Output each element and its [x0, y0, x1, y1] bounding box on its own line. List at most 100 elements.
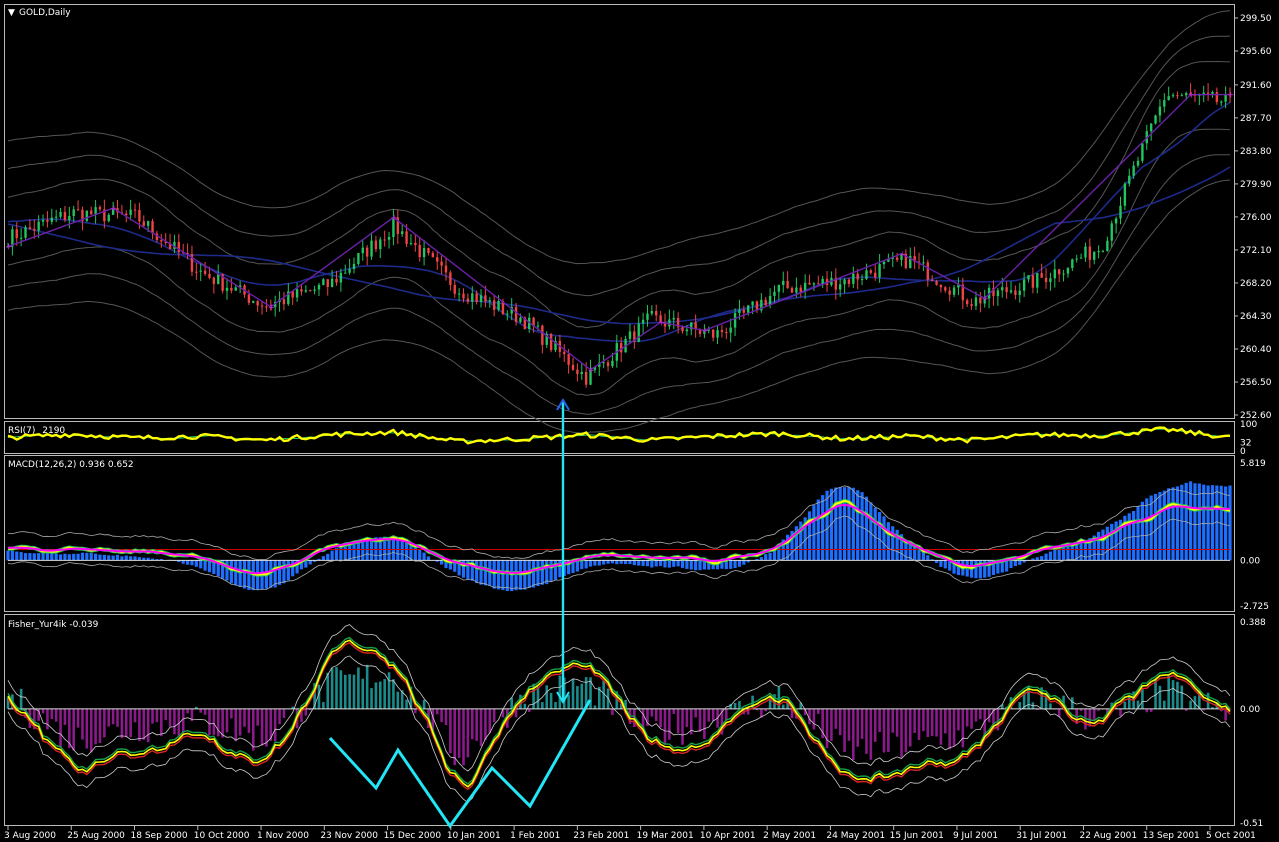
candle-body	[1110, 223, 1113, 241]
candle-body	[1141, 143, 1144, 161]
candle-body	[400, 231, 404, 234]
candle-body	[681, 327, 684, 332]
candle-body	[970, 304, 973, 306]
candle-body	[1136, 160, 1140, 166]
candle-body	[37, 221, 40, 231]
candle-body	[821, 278, 824, 284]
swing-marker: +	[110, 204, 118, 214]
candle-body	[475, 293, 478, 302]
price-pane-title: GOLD,Daily	[19, 8, 71, 18]
candle-body	[85, 210, 89, 221]
candle-body	[672, 317, 675, 320]
candle-body	[860, 278, 864, 280]
candle-body	[129, 209, 132, 215]
candle-body	[208, 273, 211, 278]
candle-body	[563, 351, 566, 354]
candle-body	[786, 280, 789, 289]
candle-body	[199, 270, 202, 272]
candle-body	[974, 297, 978, 306]
candle-body	[379, 239, 382, 250]
price-axis-label: 283.80	[1240, 147, 1272, 157]
collapse-arrow-icon[interactable]: ▼	[8, 8, 15, 18]
candle-body	[1128, 175, 1131, 184]
candle-body	[716, 330, 719, 338]
candle-body	[685, 329, 689, 332]
price-axis-label: 295.60	[1240, 47, 1272, 57]
candle-body	[1180, 95, 1184, 97]
rsi-label: RSI(7) 2190	[8, 426, 65, 436]
candle-body	[1163, 100, 1166, 107]
candle-body	[948, 290, 951, 295]
candle-body	[935, 281, 938, 285]
date-axis-label: 15 Dec 2000	[384, 831, 442, 841]
candle-body	[1206, 92, 1210, 94]
swing-marker: +	[701, 326, 709, 336]
candle-body	[68, 216, 71, 220]
date-axis-label: 31 Jul 2001	[1016, 831, 1067, 841]
price-axis-label: 291.60	[1240, 81, 1272, 91]
price-axis-label: 264.30	[1240, 312, 1272, 322]
candle-body	[1211, 92, 1214, 94]
candle-body	[782, 280, 785, 285]
candle-body	[628, 331, 632, 339]
candle-body	[751, 301, 754, 306]
candle-body	[1075, 258, 1078, 260]
candle-body	[72, 209, 75, 217]
candle-body	[203, 270, 207, 274]
date-axis-label: 24 May 2001	[826, 831, 885, 841]
candle-body	[1106, 240, 1109, 252]
candle-body	[1220, 101, 1223, 103]
candle-body	[436, 257, 439, 262]
candle-body	[1001, 287, 1004, 291]
candle-body	[922, 262, 925, 264]
candle-body	[492, 300, 496, 310]
candle-body	[637, 323, 640, 342]
candle-body	[1062, 273, 1065, 275]
candle-body	[444, 265, 448, 273]
candle-body	[856, 273, 859, 280]
fisher-axis-label: -0.51	[1240, 819, 1263, 829]
fisher-pane[interactable]	[4, 614, 1235, 826]
candle-body	[874, 272, 877, 278]
candle-body	[720, 330, 724, 333]
date-axis-label: 10 Jan 2001	[447, 831, 501, 841]
candle-body	[1079, 257, 1083, 259]
candle-body	[335, 278, 338, 283]
candle-body	[812, 283, 816, 285]
candle-body	[939, 284, 943, 288]
macd-axis-label: -2.725	[1240, 602, 1269, 612]
candle-body	[611, 360, 614, 367]
fisher-axis-label: 0.00	[1240, 705, 1260, 715]
candle-body	[1027, 275, 1030, 280]
candle-body	[773, 291, 776, 296]
candle-body	[1084, 246, 1087, 258]
price-axis-label: 272.10	[1240, 246, 1272, 256]
candle-body	[225, 287, 229, 291]
candle-body	[295, 289, 299, 298]
macd-pane[interactable]	[4, 455, 1235, 612]
candle-body	[322, 279, 325, 285]
candle-body	[357, 253, 360, 264]
candle-body	[15, 229, 18, 239]
candle-body	[19, 237, 23, 239]
candle-body	[1018, 290, 1021, 295]
candle-body	[882, 261, 886, 265]
candle-body	[54, 216, 58, 218]
candle-body	[808, 282, 811, 285]
price-axis-label: 260.40	[1240, 345, 1272, 355]
candle-body	[847, 279, 851, 284]
candle-body	[519, 317, 522, 322]
candle-body	[799, 287, 802, 292]
chart-window[interactable]: + + + + + + + + + + + 299.50 295.60 291.60 287.70 283.…	[0, 0, 1279, 842]
candle-body	[107, 214, 110, 222]
date-axis-label: 23 Feb 2001	[573, 831, 629, 841]
candle-body	[571, 364, 575, 370]
candle-body	[1031, 275, 1035, 288]
candle-body	[865, 270, 868, 279]
candle-body	[650, 310, 654, 314]
swing-marker: +	[658, 318, 666, 328]
candle-body	[326, 279, 329, 287]
candle-body	[567, 353, 570, 365]
candle-body	[466, 298, 470, 302]
fisher-label: Fisher_Yur4ik -0.039	[8, 620, 99, 630]
